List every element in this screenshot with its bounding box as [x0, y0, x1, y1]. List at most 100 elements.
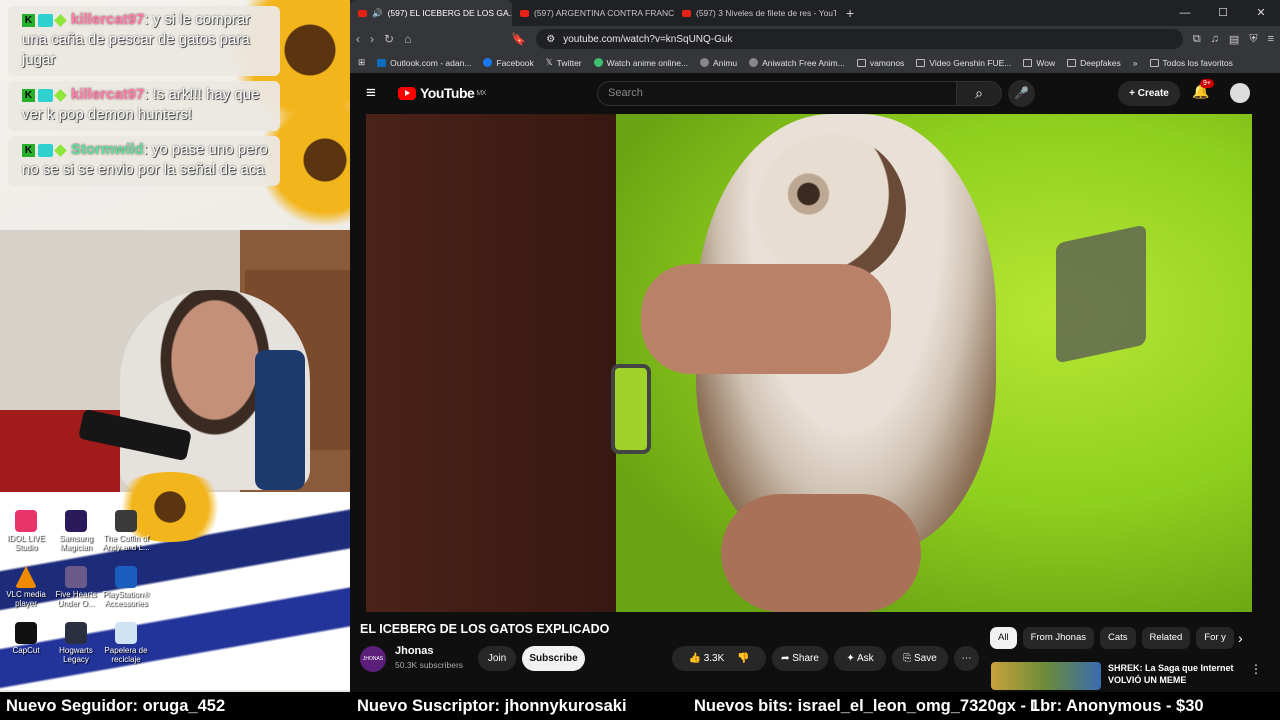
- subscribe-button[interactable]: Subscribe: [522, 646, 585, 671]
- url-field[interactable]: ⚙ youtube.com/watch?v=knSqUNQ-Guk: [536, 29, 1183, 49]
- desktop-icon[interactable]: The Coffin of Andy and L...: [96, 510, 156, 552]
- filter-chip-cats[interactable]: Cats: [1100, 627, 1136, 649]
- create-button[interactable]: + Create: [1118, 81, 1180, 106]
- recommended-thumbnail[interactable]: [991, 662, 1101, 690]
- bookmarks-bar: ⊞ Outlook.com - adan... Facebook 𝕏 Twitte…: [350, 52, 1280, 74]
- bookmark-item[interactable]: Deepfakes: [1067, 58, 1121, 68]
- ask-label: Ask: [856, 653, 874, 664]
- account-avatar[interactable]: [1230, 83, 1250, 103]
- new-tab-button[interactable]: +: [836, 0, 864, 26]
- sidebar-icon[interactable]: ▤: [1229, 33, 1239, 46]
- url-text: youtube.com/watch?v=knSqUNQ-Guk: [563, 33, 733, 45]
- site-info-icon[interactable]: ⚙: [546, 34, 555, 45]
- tab-argentina[interactable]: (597) ARGENTINA CONTRA FRANCIA: [512, 0, 674, 26]
- bookmark-label: Video Genshin FUE...: [929, 57, 1012, 68]
- bookmark-item[interactable]: Facebook: [483, 57, 534, 68]
- bookmark-item[interactable]: Animu: [700, 58, 737, 68]
- water-bottle: [255, 350, 305, 490]
- share-icon: ➦: [781, 653, 790, 664]
- ticker-follower: Nuevo Seguidor: oruga_452: [6, 697, 226, 715]
- shield-icon[interactable]: ⛨: [1249, 33, 1257, 46]
- ask-button[interactable]: ✦ Ask: [834, 646, 886, 671]
- desktop-icon-label: CapCut: [12, 646, 40, 655]
- alerts-ticker: Nuevo Seguidor: oruga_452 Nuevo Suscript…: [0, 692, 1280, 720]
- x-icon: 𝕏: [545, 57, 553, 67]
- recommended-title[interactable]: SHREK: La Saga que Internet VOLVIÓ UN ME…: [1108, 662, 1248, 686]
- back-icon[interactable]: ‹: [356, 32, 360, 46]
- tab-iceberg[interactable]: 🔊 (597) EL ICEBERG DE LOS GA... ✕: [350, 0, 512, 26]
- save-button[interactable]: ⎘ Save: [892, 646, 948, 671]
- share-button[interactable]: ➦ Share: [772, 646, 828, 671]
- minimize-icon[interactable]: —: [1166, 0, 1204, 26]
- desktop-icon[interactable]: PlayStation® Accessories: [96, 566, 156, 608]
- bookmark-item[interactable]: Wow: [1023, 58, 1055, 68]
- close-window-icon[interactable]: ✕: [1242, 0, 1280, 26]
- sub-badge-icon: [38, 143, 53, 157]
- filter-chip-for-you[interactable]: For y: [1196, 627, 1234, 649]
- channel-name[interactable]: Jhonas: [395, 645, 434, 657]
- bookmark-label: Deepfakes: [1080, 57, 1121, 68]
- like-button[interactable]: 👍 3.3K: [688, 653, 724, 664]
- bookmark-item[interactable]: Aniwatch Free Anim...: [749, 58, 845, 68]
- like-count: 3.3K: [703, 653, 725, 664]
- all-bookmarks[interactable]: Todos los favoritos: [1149, 58, 1233, 68]
- filter-chip-related[interactable]: Related: [1141, 627, 1191, 649]
- maximize-icon[interactable]: ☐: [1204, 0, 1242, 26]
- bookmark-item[interactable]: 𝕏 Twitter: [546, 57, 582, 68]
- youtube-play-icon: [398, 86, 416, 100]
- bookmark-item[interactable]: Watch anime online...: [593, 58, 688, 68]
- video-player[interactable]: [366, 114, 1252, 612]
- tab-title: (597) ARGENTINA CONTRA FRANCIA: [534, 8, 674, 18]
- home-icon[interactable]: ⌂: [404, 32, 411, 46]
- more-bookmarks-icon[interactable]: »: [1133, 58, 1138, 68]
- youtube-favicon-icon: [682, 9, 691, 17]
- chat-message: Kkillercat97: y si le comprar una caña d…: [8, 6, 280, 76]
- extension-icon[interactable]: ⧉: [1193, 33, 1201, 46]
- bookmark-label: Animu: [713, 57, 738, 68]
- more-actions-button[interactable]: ⋯: [954, 646, 979, 671]
- bookmark-item[interactable]: vamonos: [856, 58, 904, 68]
- join-button[interactable]: Join: [478, 646, 516, 671]
- youtube-logo[interactable]: YouTube MX: [398, 85, 486, 101]
- filter-chip-from-channel[interactable]: From Jhonas: [1022, 627, 1094, 649]
- filter-chip-all[interactable]: All: [990, 627, 1017, 649]
- forward-icon[interactable]: ›: [370, 32, 374, 46]
- region-code: MX: [476, 89, 486, 97]
- chevron-right-icon[interactable]: ›: [1238, 630, 1243, 646]
- desktop-icon[interactable]: Papelera de reciclaje: [96, 622, 156, 664]
- chat-username: killercat97: [71, 11, 145, 28]
- desktop-icon-label: VLC media player: [6, 590, 46, 608]
- search-button[interactable]: ⌕: [956, 81, 1002, 106]
- search-input[interactable]: Search: [597, 81, 957, 106]
- bookmark-label: Facebook: [496, 57, 534, 68]
- speaker-icon: 🔊: [372, 7, 383, 18]
- menu-icon[interactable]: ≡: [1268, 33, 1274, 46]
- tab-bar: 🔊 (597) EL ICEBERG DE LOS GA... ✕ (597) …: [350, 0, 1280, 26]
- share-label: Share: [792, 653, 819, 664]
- more-vertical-icon[interactable]: ⋮: [1250, 662, 1262, 676]
- app-icon: [15, 510, 37, 532]
- youtube-header: ≡ YouTube MX Search ⌕ 🎤 + Create 🔔 9+: [350, 74, 1280, 112]
- tab-filete[interactable]: (597) 3 Niveles de filete de res - YouT: [674, 0, 836, 26]
- bookmark-item[interactable]: Outlook.com - adan...: [377, 58, 471, 68]
- music-icon[interactable]: ♫: [1211, 33, 1219, 46]
- apps-icon[interactable]: ⊞: [358, 57, 365, 68]
- bookmark-item[interactable]: Video Genshin FUE...: [916, 58, 1011, 68]
- hamburger-menu-icon[interactable]: ≡: [366, 83, 396, 103]
- bookmark-label: Wow: [1036, 57, 1056, 68]
- sparkle-icon: ✦: [846, 653, 855, 664]
- webcam-feed: [0, 230, 350, 492]
- voice-search-button[interactable]: 🎤: [1008, 80, 1035, 107]
- channel-avatar[interactable]: JHONAS: [360, 646, 386, 672]
- vlc-icon: [15, 566, 37, 588]
- gem-badge-icon: [54, 143, 67, 157]
- ticker-bits: Nuevos bits: israel_el_leon_omg_7320gx -…: [694, 697, 1040, 715]
- chat-message: Kkillercat97: !s ark!!! hay que ver k po…: [8, 81, 280, 131]
- reload-icon[interactable]: ↻: [384, 32, 394, 46]
- dislike-button[interactable]: 👎: [737, 653, 749, 664]
- thumbs-up-icon: 👍: [688, 653, 701, 664]
- subscriber-count: 50.3K subscribers: [395, 660, 464, 670]
- bookmark-icon[interactable]: 🔖: [511, 32, 526, 46]
- desktop-icon-label: The Coffin of Andy and L...: [102, 534, 150, 552]
- video-watch: [611, 364, 651, 454]
